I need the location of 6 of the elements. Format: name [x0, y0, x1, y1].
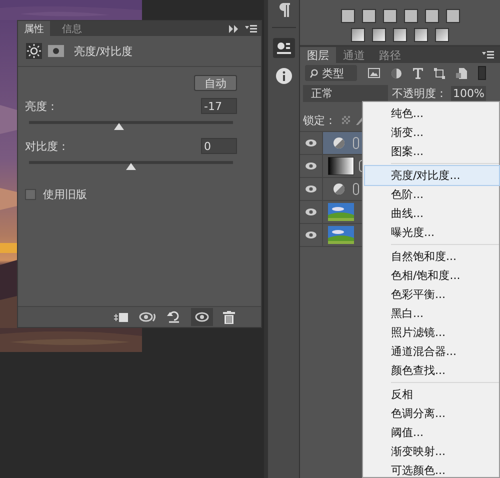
lock-label: 锁定： — [303, 112, 336, 128]
slider-label: 亮度： — [25, 98, 58, 114]
checkbox-label: 使用旧版 — [43, 187, 87, 202]
adjustment-title: 亮度/对比度 — [74, 44, 133, 58]
opacity-label: 不透明度： — [392, 86, 447, 100]
slider-label: 对比度： — [25, 138, 69, 154]
